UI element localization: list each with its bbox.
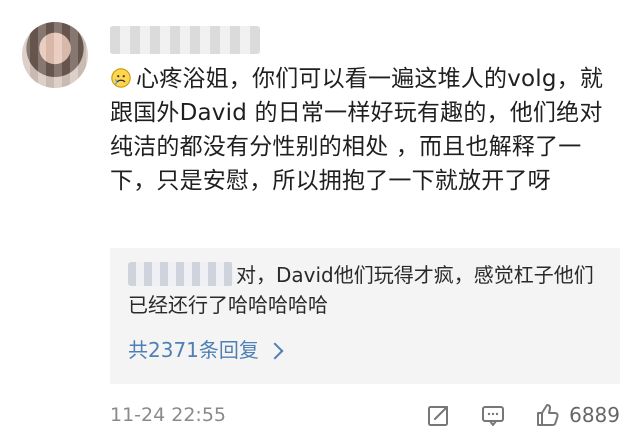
view-replies-link[interactable]: 共2371条回复 bbox=[128, 336, 284, 364]
chevron-right-icon bbox=[266, 342, 284, 359]
comment-footer: 11-24 22:55 6889 bbox=[110, 400, 620, 430]
reply-preview[interactable]: 对，David他们玩得才疯，感觉杠子他们已经还行了哈哈哈哈哈 共2371条回复 bbox=[110, 248, 620, 384]
sad-emoji-icon bbox=[111, 68, 131, 88]
comment-text: 心疼浴姐，你们可以看一遍这堆人的volg，就跟国外David 的日常一样好玩有趣… bbox=[110, 66, 604, 194]
avatar-blur bbox=[22, 22, 88, 88]
view-replies-label: 共2371条回复 bbox=[128, 338, 259, 362]
like-count: 6889 bbox=[569, 403, 620, 427]
like-button[interactable]: 6889 bbox=[533, 401, 620, 429]
username-blurred[interactable] bbox=[110, 26, 260, 54]
repost-icon[interactable] bbox=[425, 401, 453, 429]
timestamp: 11-24 22:55 bbox=[110, 404, 227, 426]
avatar[interactable] bbox=[22, 22, 88, 88]
comment-icon[interactable] bbox=[479, 401, 507, 429]
reply-text: 对，David他们玩得才疯，感觉杠子他们已经还行了哈哈哈哈哈 bbox=[128, 263, 594, 317]
thumbs-up-icon bbox=[537, 404, 559, 426]
comment-body: 心疼浴姐，你们可以看一遍这堆人的volg，就跟国外David 的日常一样好玩有趣… bbox=[110, 62, 622, 198]
action-bar: 6889 bbox=[425, 401, 620, 429]
